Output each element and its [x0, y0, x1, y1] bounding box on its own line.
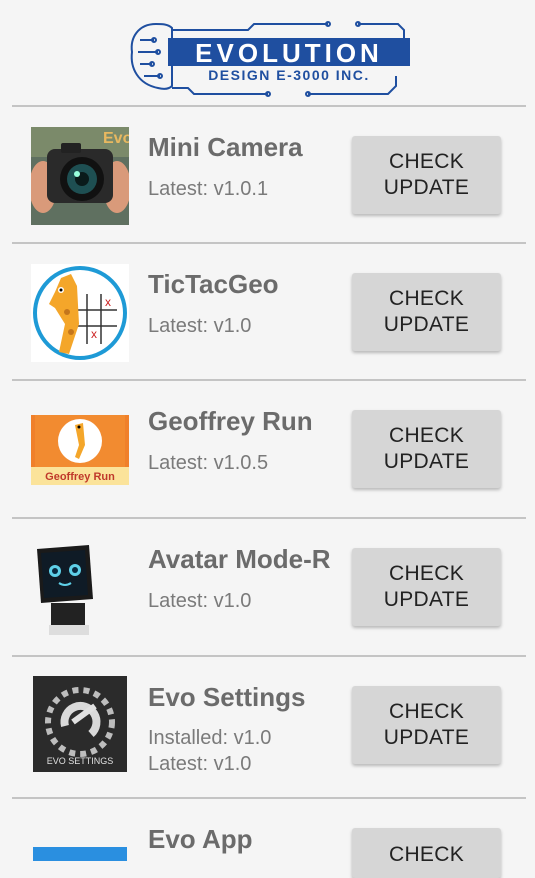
app-row-evo-settings: EVO SETTINGS Evo Settings Installed: v1.… — [0, 657, 535, 793]
logo-title: EVOLUTION — [195, 38, 383, 68]
app-name: Evo Settings — [148, 682, 306, 712]
check-update-button[interactable]: CHECK UPDATE — [352, 136, 501, 214]
app-name: Avatar Mode-R — [148, 544, 331, 574]
check-update-button[interactable]: CHECK UPDATE — [352, 548, 501, 626]
check-update-button[interactable]: CHECK UPDATE — [352, 273, 501, 351]
latest-version: Latest: v1.0 — [148, 590, 252, 612]
giraffe-tictactoe-icon: x x — [31, 264, 129, 362]
header: EVOLUTION DESIGN E-3000 INC. — [0, 0, 535, 106]
check-update-button[interactable]: CHECK UPDATE — [352, 410, 501, 488]
svg-text:x: x — [91, 327, 97, 341]
icon-caption: EVO SETTINGS — [47, 756, 114, 766]
app-row-tictacgeo: x x TicTacGeo Latest: v1.0 CHECK UPDATE — [0, 244, 535, 380]
evolution-design-logo: EVOLUTION DESIGN E-3000 INC. — [130, 21, 410, 97]
app-name: Evo App — [148, 824, 253, 854]
evo-app-icon — [33, 847, 127, 861]
logo-subtitle: DESIGN E-3000 INC. — [208, 67, 370, 83]
app-row-geoffrey-run: Geoffrey Run Geoffrey Run Latest: v1.0.5… — [0, 381, 535, 517]
svg-text:x: x — [105, 295, 111, 309]
app-name: TicTacGeo — [148, 269, 279, 299]
latest-version: Latest: v1.0.1 — [148, 178, 269, 200]
icon-caption: Geoffrey Run — [45, 471, 115, 483]
app-row-avatar-mode-r: Avatar Mode-R Latest: v1.0 CHECK UPDATE — [0, 519, 535, 655]
camera-icon: Evo — [31, 127, 129, 225]
app-name: Mini Camera — [148, 132, 303, 162]
check-update-button[interactable]: CHECK — [352, 828, 501, 878]
installed-version: Installed: v1.0 — [148, 727, 272, 749]
robot-avatar-icon — [31, 539, 129, 637]
latest-version: Latest: v1.0 — [148, 315, 252, 337]
latest-version: Latest: v1.0 — [148, 753, 252, 775]
app-row-evo-app: Evo App CHECK — [0, 799, 535, 878]
latest-version: Latest: v1.0.5 — [148, 452, 269, 474]
check-update-button[interactable]: CHECK UPDATE — [352, 686, 501, 764]
app-row-mini-camera: Evo Mini Camera Latest: v1.0.1 CHECK UPD… — [0, 107, 535, 243]
geoffrey-run-icon: Geoffrey Run — [31, 415, 129, 485]
app-name: Geoffrey Run — [148, 406, 313, 436]
svg-text:Evo: Evo — [103, 130, 129, 147]
evo-settings-icon: EVO SETTINGS — [33, 676, 127, 772]
